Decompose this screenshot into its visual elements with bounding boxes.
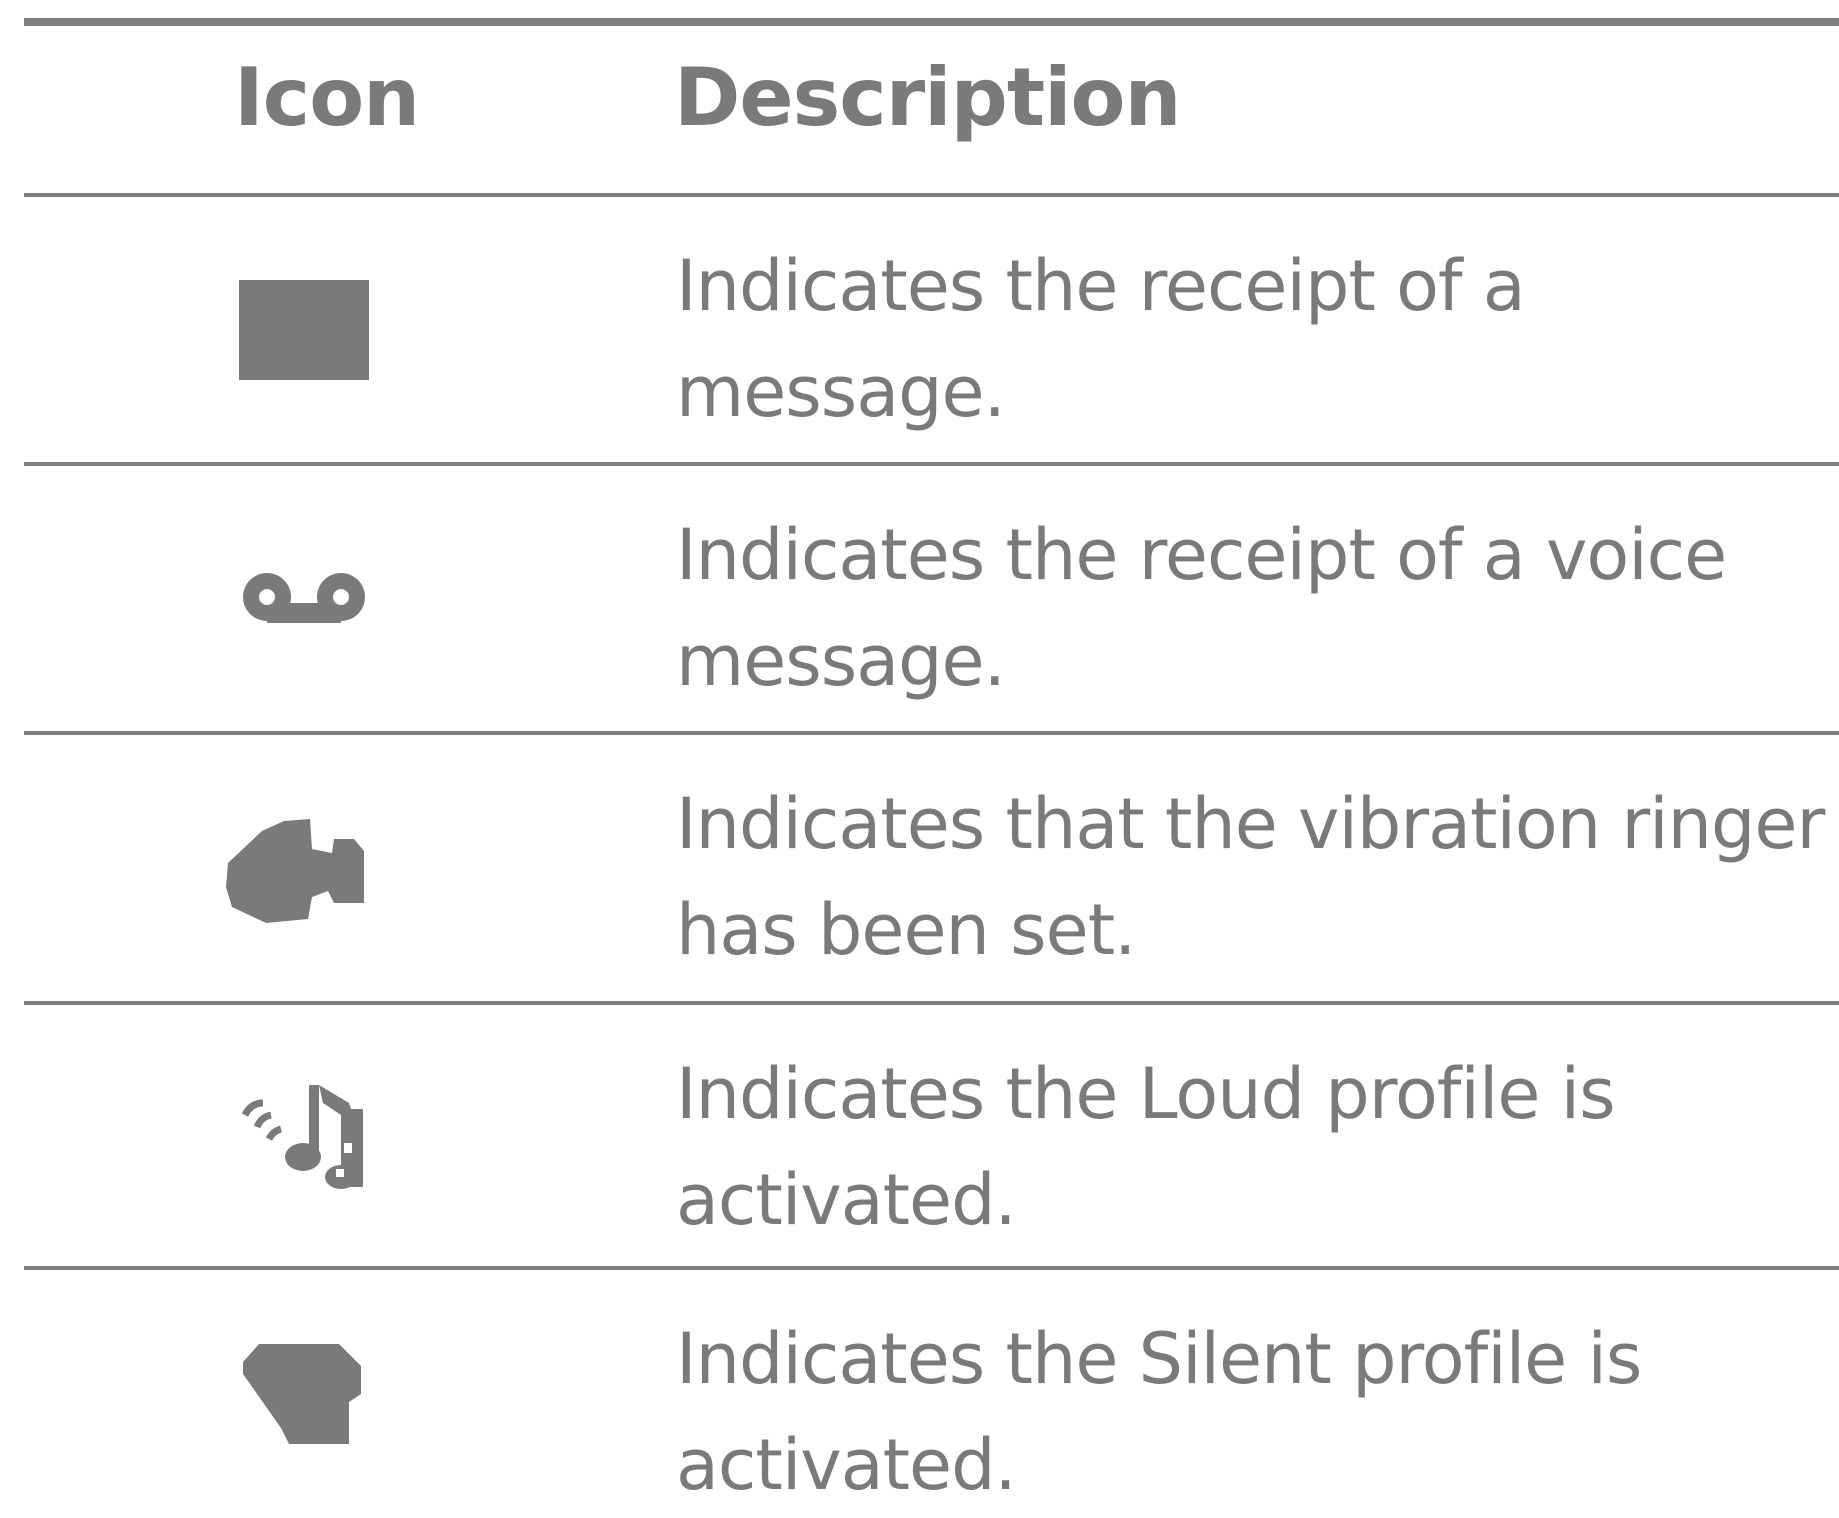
table-row: Indicates the Silent profile is activate… xyxy=(24,1270,1839,1516)
voicemail-icon xyxy=(204,466,404,731)
row-description: Indicates that the vibration ringer has … xyxy=(676,783,1825,971)
header-description: Description xyxy=(674,51,1181,144)
row-description: Indicates the Loud profile is activated. xyxy=(676,1053,1616,1241)
header-icon: Icon xyxy=(234,51,420,144)
message-icon xyxy=(204,197,404,462)
row-description: Indicates the receipt of a voice message… xyxy=(676,514,1727,702)
table-top-rule xyxy=(24,18,1839,26)
row-description: Indicates the receipt of a message. xyxy=(676,245,1526,433)
table-row: Indicates the receipt of a message. xyxy=(24,197,1839,462)
silent-profile-icon xyxy=(204,1270,404,1516)
table-row: Indicates the receipt of a voice message… xyxy=(24,466,1839,731)
table-row: Indicates that the vibration ringer has … xyxy=(24,735,1839,1001)
row-description: Indicates the Silent profile is activate… xyxy=(676,1318,1642,1506)
table-row: Indicates the Loud profile is activated. xyxy=(24,1005,1839,1266)
vibration-icon xyxy=(204,735,404,1001)
loud-profile-icon xyxy=(204,1005,404,1266)
